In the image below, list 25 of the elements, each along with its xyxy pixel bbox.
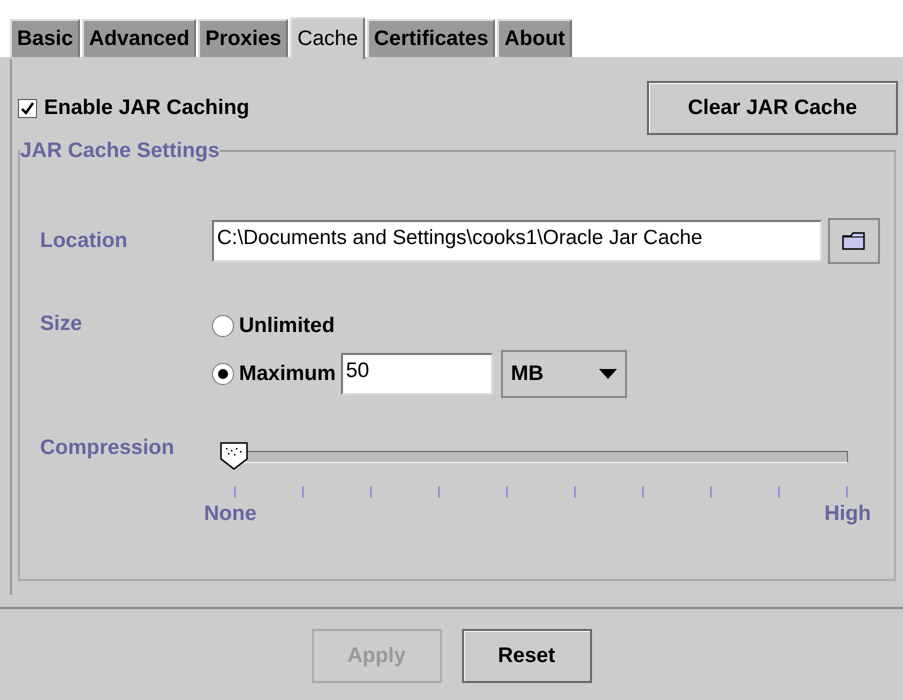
clear-cache-button[interactable]: Clear JAR Cache — [647, 81, 898, 135]
min-label: None — [204, 502, 256, 526]
location-label: Location — [40, 229, 128, 253]
tab[interactable]: Certificates — [367, 19, 496, 57]
max-label: High — [824, 502, 871, 526]
location-field[interactable]: C:\Documents and Settings\cooks1\Oracle Jar Cache — [212, 220, 822, 262]
folder-icon — [841, 231, 867, 251]
tab[interactable]: Proxies — [198, 19, 288, 57]
compression-label: Compression — [40, 436, 176, 460]
size-radio[interactable]: Unlimited — [212, 314, 335, 338]
caret-icon — [598, 369, 617, 379]
size-label: Size — [40, 312, 84, 336]
slider-thumb[interactable] — [219, 441, 249, 471]
tab[interactable]: About — [497, 19, 572, 57]
enable-caching-checkbox[interactable]: Enable JAR Caching — [18, 96, 250, 120]
tab[interactable]: Advanced — [82, 19, 196, 57]
dialog-button[interactable]: Reset — [462, 629, 592, 683]
unit-dropdown[interactable]: MB — [500, 350, 627, 398]
tab[interactable]: Basic — [10, 19, 80, 57]
size-field[interactable]: 50 — [340, 353, 493, 395]
tab[interactable]: Cache — [290, 17, 366, 59]
browse-button[interactable] — [828, 218, 880, 264]
group-title: JAR Cache Settings — [20, 139, 220, 163]
check-icon — [21, 102, 34, 114]
size-radio[interactable]: Maximum — [212, 362, 336, 386]
